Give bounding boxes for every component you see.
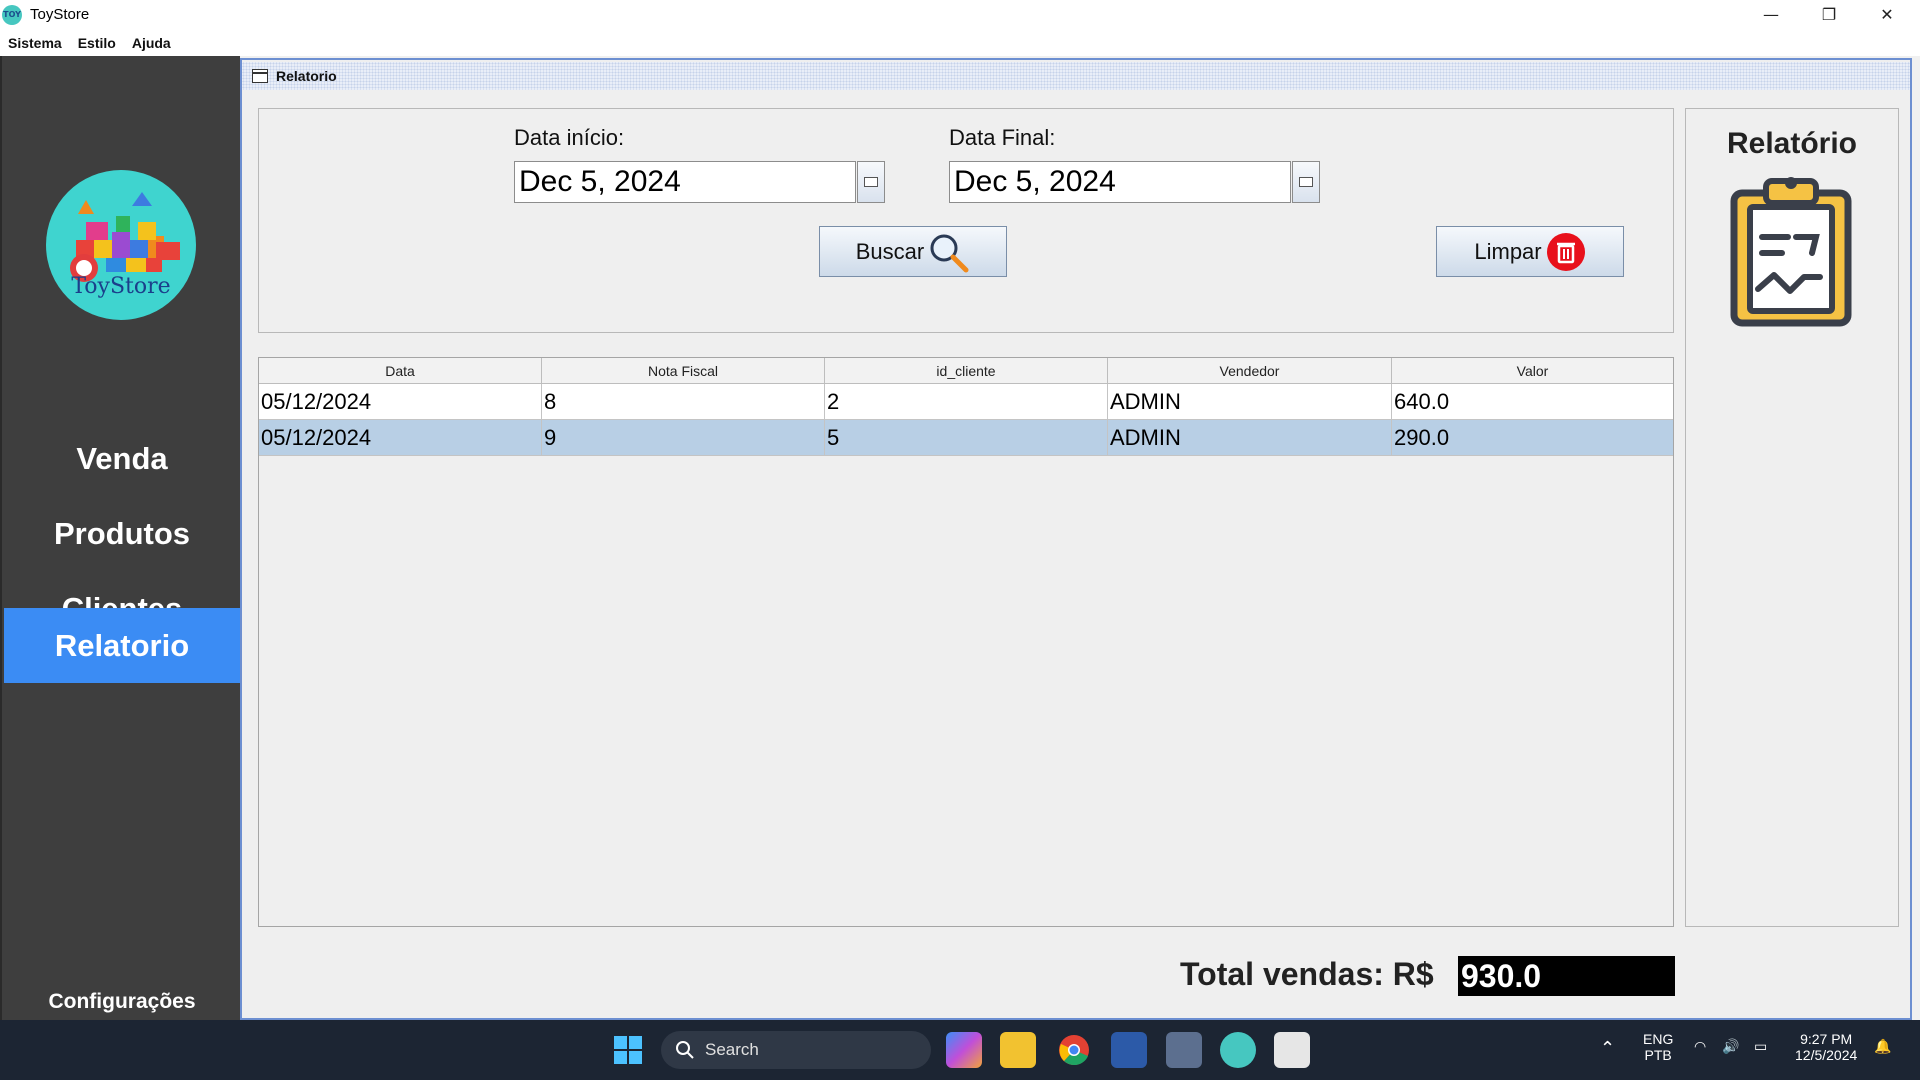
total-sales-value: 930.0: [1458, 956, 1675, 996]
sidebar-item-configuracoes[interactable]: Configurações: [2, 990, 242, 1020]
calendar-icon: [1299, 177, 1313, 187]
end-date-label: Data Final:: [949, 125, 1056, 150]
battery-icon[interactable]: ▭: [1754, 1038, 1767, 1055]
taskbar-search[interactable]: Search: [661, 1031, 931, 1069]
menu-sistema[interactable]: Sistema: [8, 35, 62, 51]
column-header-valor[interactable]: Valor: [1392, 358, 1673, 383]
sidebar: ToyStore Venda Produtos Clientes Relator…: [0, 56, 240, 1020]
logo-text: ToyStore: [71, 274, 171, 299]
cell-valor: 640.0: [1392, 384, 1673, 420]
close-button[interactable]: ✕: [1858, 0, 1916, 29]
ide-icon[interactable]: [1111, 1032, 1147, 1068]
copilot-icon[interactable]: [946, 1032, 982, 1068]
cell-nota-fiscal: 8: [542, 384, 825, 420]
minimize-button[interactable]: —: [1742, 0, 1800, 29]
total-sales-label: Total vendas: R$: [1180, 956, 1434, 992]
search-button-label: Buscar: [855, 238, 925, 264]
filter-panel: Data início: Dec 5, 2024 Data Final: Dec…: [258, 108, 1674, 333]
notification-bell-icon[interactable]: 🔔: [1874, 1038, 1891, 1055]
taskbar-search-text: Search: [705, 1040, 759, 1059]
magnifier-icon: [930, 234, 969, 272]
title-bar: TOY ToyStore — ❐ ✕: [0, 0, 1920, 29]
sidebar-item-produtos[interactable]: Produtos: [4, 496, 240, 571]
report-panel-title: Relatório: [1726, 127, 1858, 160]
cell-id-cliente: 2: [825, 384, 1108, 420]
cell-vendedor: ADMIN: [1108, 384, 1392, 420]
calendar-icon: [864, 177, 878, 187]
table-header: Data Nota Fiscal id_cliente Vendedor Val…: [259, 358, 1673, 384]
end-date-calendar-button[interactable]: [1292, 161, 1320, 203]
table-row[interactable]: 05/12/2024 8 2 ADMIN 640.0: [259, 384, 1673, 420]
clear-button-label: Limpar: [1474, 238, 1542, 264]
volume-icon[interactable]: 🔊: [1722, 1038, 1739, 1055]
search-icon: [676, 1041, 694, 1059]
cell-data: 05/12/2024: [259, 384, 542, 420]
snipping-tool-icon[interactable]: [1274, 1032, 1310, 1068]
chrome-icon[interactable]: [1056, 1032, 1092, 1068]
sidebar-item-relatorio[interactable]: Relatorio: [4, 608, 240, 683]
report-panel: Relatório: [1685, 108, 1899, 927]
clock-time: 9:27 PM: [1800, 1031, 1853, 1047]
language-indicator[interactable]: ENG PTB: [1643, 1031, 1673, 1063]
clipboard-report-icon: [1730, 177, 1852, 327]
start-date-calendar-button[interactable]: [857, 161, 885, 203]
start-date-label: Data início:: [514, 125, 625, 150]
file-explorer-icon[interactable]: [1000, 1032, 1036, 1068]
trash-icon: [1546, 232, 1585, 271]
cell-id-cliente: 5: [825, 420, 1108, 456]
internal-frame-title: Relatorio: [276, 68, 337, 84]
menu-ajuda[interactable]: Ajuda: [132, 35, 171, 51]
chevron-up-icon[interactable]: ⌃: [1600, 1038, 1615, 1059]
virtualbox-icon[interactable]: [1166, 1032, 1202, 1068]
start-date-field[interactable]: Dec 5, 2024: [514, 161, 856, 203]
maximize-button[interactable]: ❐: [1800, 0, 1858, 29]
cell-data: 05/12/2024: [259, 420, 542, 456]
clock-date: 12/5/2024: [1795, 1047, 1858, 1063]
column-header-data[interactable]: Data: [259, 358, 542, 383]
menu-bar: Sistema Estilo Ajuda: [0, 29, 1920, 56]
column-header-nota-fiscal[interactable]: Nota Fiscal: [542, 358, 825, 383]
sales-table: Data Nota Fiscal id_cliente Vendedor Val…: [258, 357, 1674, 927]
lang-top: ENG: [1643, 1031, 1674, 1047]
app-icon: TOY: [2, 4, 22, 25]
internal-frame-titlebar[interactable]: Relatorio: [242, 62, 1910, 90]
column-header-vendedor[interactable]: Vendedor: [1108, 358, 1392, 383]
window-icon: [252, 69, 268, 83]
cell-vendedor: ADMIN: [1108, 420, 1392, 456]
sidebar-item-venda[interactable]: Venda: [4, 421, 240, 496]
table-row[interactable]: 05/12/2024 9 5 ADMIN 290.0: [259, 420, 1673, 456]
cell-valor: 290.0: [1392, 420, 1673, 456]
cell-nota-fiscal: 9: [542, 420, 825, 456]
wifi-icon[interactable]: ◠: [1694, 1038, 1706, 1055]
search-button[interactable]: Buscar: [819, 226, 1007, 277]
taskbar: Search ⌃ ENG PTB ◠ 🔊 ▭ 9:27 PM 12/5/2024…: [0, 1020, 1920, 1080]
lang-bottom: PTB: [1644, 1047, 1672, 1063]
toystore-taskbar-icon[interactable]: [1220, 1032, 1256, 1068]
end-date-field[interactable]: Dec 5, 2024: [949, 161, 1291, 203]
windows-start-icon[interactable]: [610, 1032, 646, 1068]
menu-estilo[interactable]: Estilo: [78, 35, 116, 51]
column-header-id-cliente[interactable]: id_cliente: [825, 358, 1108, 383]
clock[interactable]: 9:27 PM 12/5/2024: [1795, 1031, 1857, 1063]
window-title: ToyStore: [30, 6, 90, 23]
clear-button[interactable]: Limpar: [1436, 226, 1624, 277]
